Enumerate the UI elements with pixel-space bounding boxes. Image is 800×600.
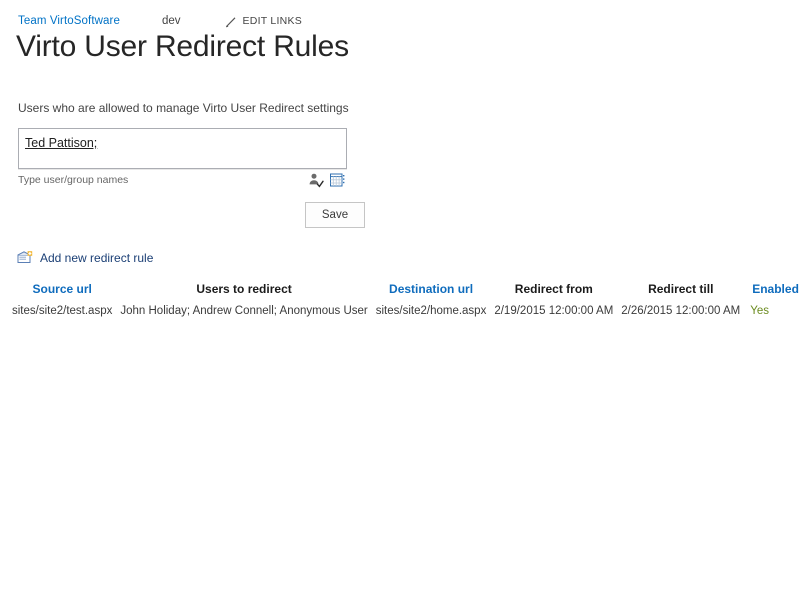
redirect-rules-table: Source url Users to redirect Destination…: [8, 282, 800, 320]
save-button[interactable]: Save: [305, 202, 365, 228]
save-row: Save: [18, 202, 365, 228]
cell-enabled: Yes: [750, 305, 769, 317]
table-row: sites/site2/test.aspx John Holiday; Andr…: [8, 302, 800, 320]
column-header-redirect-from: Redirect from: [514, 282, 593, 296]
column-header-redirect-till: Redirect till: [648, 282, 714, 296]
edit-links-label: EDIT LINKS: [242, 15, 302, 27]
breadcrumb-site-link[interactable]: Team VirtoSoftware: [18, 15, 120, 27]
main-content: Users who are allowed to manage Virto Us…: [0, 100, 800, 320]
people-picker-footer: Type user/group names: [18, 169, 347, 189]
people-picker-value: Ted Pattison;: [25, 136, 98, 150]
breadcrumb-current-page: dev: [161, 15, 181, 27]
cell-redirect-till: 2/26/2015 12:00:00 AM: [621, 305, 741, 317]
cell-users-to-redirect: John Holiday; Andrew Connell; Anonymous …: [120, 305, 368, 317]
column-header-users-to-redirect: Users to redirect: [196, 282, 292, 296]
cell-source-url: sites/site2/test.aspx: [12, 305, 113, 317]
cell-destination-url: sites/site2/home.aspx: [375, 305, 487, 317]
page-title: Virto User Redirect Rules: [16, 30, 349, 63]
people-picker-input[interactable]: Ted Pattison;: [18, 128, 347, 169]
edit-links-button[interactable]: EDIT LINKS: [225, 15, 302, 28]
column-header-enabled[interactable]: Enabled: [744, 282, 800, 302]
people-picker-tools: [308, 172, 345, 188]
pencil-icon: [225, 15, 237, 28]
add-new-redirect-rule-label[interactable]: Add new redirect rule: [40, 251, 153, 265]
column-header-source-url[interactable]: Source url: [8, 282, 116, 302]
people-picker: Ted Pattison; Type user/group names: [18, 128, 347, 189]
add-new-redirect-rule-link[interactable]: Add new redirect rule: [17, 250, 800, 266]
people-picker-hint: Type user/group names: [18, 174, 129, 186]
cell-redirect-from: 2/19/2015 12:00:00 AM: [494, 305, 614, 317]
check-names-icon[interactable]: [308, 172, 324, 188]
table-header-row: Source url Users to redirect Destination…: [8, 282, 800, 302]
address-book-icon[interactable]: [329, 172, 345, 188]
column-header-destination-url[interactable]: Destination url: [372, 282, 491, 302]
new-item-icon: [17, 250, 33, 266]
settings-description-label: Users who are allowed to manage Virto Us…: [18, 101, 349, 115]
